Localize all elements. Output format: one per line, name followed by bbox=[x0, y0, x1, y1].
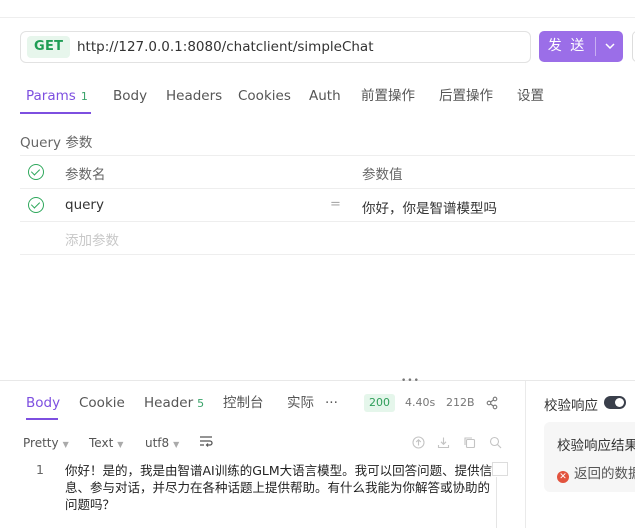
tab-params-count: 1 bbox=[80, 90, 88, 103]
query-section-label: Query 参数 bbox=[20, 135, 93, 151]
tab-post-operations[interactable]: 后置操作 bbox=[439, 80, 493, 112]
url-input[interactable]: http://127.0.0.1:8080/chatclient/simpleC… bbox=[77, 32, 374, 62]
table-divider bbox=[20, 155, 635, 156]
response-body-text[interactable]: 你好！是的，我是由智谱AI训练的GLM大语言模型。我可以回答问题、提供信息、参与… bbox=[65, 462, 497, 513]
line-number: 1 bbox=[36, 462, 44, 477]
encoding-select[interactable]: utf8 ▼ bbox=[145, 433, 179, 455]
vertical-divider[interactable] bbox=[525, 381, 526, 528]
send-button-label[interactable]: 发 送 bbox=[539, 31, 595, 62]
request-page: GET http://127.0.0.1:8080/chatclient/sim… bbox=[0, 0, 635, 528]
table-divider bbox=[20, 254, 635, 255]
drag-handle-icon[interactable]: ••• bbox=[401, 376, 420, 386]
tab-params[interactable]: Params 1 bbox=[26, 80, 88, 112]
tab-response-cookie[interactable]: Cookie bbox=[79, 388, 125, 418]
tab-cookies[interactable]: Cookies bbox=[238, 80, 291, 112]
chevron-down-icon: ▼ bbox=[173, 440, 180, 449]
table-divider bbox=[20, 221, 635, 222]
tab-auth[interactable]: Auth bbox=[309, 80, 341, 112]
tab-response-body[interactable]: Body bbox=[26, 388, 60, 418]
param-value-cell[interactable]: 你好，你是智谱模型吗 bbox=[362, 197, 497, 217]
send-divider bbox=[595, 37, 596, 56]
search-icon[interactable] bbox=[489, 436, 502, 449]
param-value-header: 参数值 bbox=[362, 167, 403, 183]
method-badge[interactable]: GET bbox=[27, 36, 71, 58]
tab-body[interactable]: Body bbox=[113, 80, 147, 112]
format-select-value: Pretty bbox=[23, 436, 59, 450]
type-select[interactable]: Text ▼ bbox=[89, 433, 123, 455]
status-badge: 200 bbox=[364, 394, 395, 412]
tab-console[interactable]: 控制台 bbox=[223, 388, 264, 418]
send-button[interactable]: 发 送 bbox=[539, 31, 623, 62]
panel-splitter[interactable] bbox=[0, 380, 635, 381]
tab-pre-operations[interactable]: 前置操作 bbox=[361, 80, 415, 112]
select-all-checkbox[interactable] bbox=[28, 164, 44, 180]
chevron-down-icon[interactable] bbox=[599, 31, 621, 62]
chevron-down-icon: ▼ bbox=[62, 440, 69, 449]
encoding-select-value: utf8 bbox=[145, 436, 170, 450]
tab-params-label: Params bbox=[26, 88, 76, 104]
validation-toggle[interactable] bbox=[604, 396, 626, 409]
validation-title: 校验响应 bbox=[544, 398, 598, 414]
param-row-checkbox[interactable] bbox=[28, 197, 44, 213]
upload-icon[interactable] bbox=[412, 436, 425, 449]
equals-sign: = bbox=[330, 197, 341, 212]
validation-error: ✕ 返回的数据 bbox=[557, 462, 635, 483]
tab-response-header-label: Header bbox=[144, 395, 194, 411]
type-select-value: Text bbox=[89, 436, 114, 450]
format-select[interactable]: Pretty ▼ bbox=[23, 433, 69, 455]
active-tab-indicator bbox=[20, 112, 91, 114]
error-icon: ✕ bbox=[557, 471, 569, 483]
top-toolbar-edge bbox=[0, 0, 635, 18]
param-name-cell[interactable]: query bbox=[65, 197, 104, 213]
tab-response-header[interactable]: Header 5 bbox=[144, 388, 204, 419]
chevron-down-icon: ▼ bbox=[117, 440, 124, 449]
more-tabs-icon[interactable]: ··· bbox=[325, 388, 338, 418]
url-bar[interactable]: GET http://127.0.0.1:8080/chatclient/sim… bbox=[20, 31, 531, 63]
wrap-lines-icon[interactable] bbox=[199, 434, 213, 454]
param-name-header: 参数名 bbox=[65, 167, 106, 183]
download-icon[interactable] bbox=[437, 436, 450, 449]
response-size: 212B bbox=[446, 396, 475, 409]
validation-error-text: 返回的数据 bbox=[574, 466, 635, 482]
minimap-track[interactable] bbox=[496, 477, 497, 528]
active-response-tab-indicator bbox=[26, 418, 58, 420]
request-tabs: Params 1 Body Headers Cookies Auth 前置操作 后… bbox=[0, 80, 635, 114]
table-divider bbox=[20, 188, 635, 189]
response-time: 4.40s bbox=[405, 396, 436, 409]
tab-headers[interactable]: Headers bbox=[166, 80, 222, 112]
minimap-thumb[interactable] bbox=[492, 462, 508, 476]
share-icon[interactable] bbox=[486, 394, 498, 412]
tab-actual-request[interactable]: 实际 bbox=[287, 388, 314, 418]
add-param-input[interactable]: 添加参数 bbox=[65, 229, 119, 249]
copy-icon[interactable] bbox=[463, 436, 476, 449]
validation-result-title: 校验响应结果 bbox=[557, 438, 635, 454]
tab-settings[interactable]: 设置 bbox=[517, 80, 544, 112]
tab-response-header-count: 5 bbox=[197, 397, 205, 410]
validation-result-panel: 校验响应结果 ✕ 返回的数据 bbox=[544, 422, 635, 492]
